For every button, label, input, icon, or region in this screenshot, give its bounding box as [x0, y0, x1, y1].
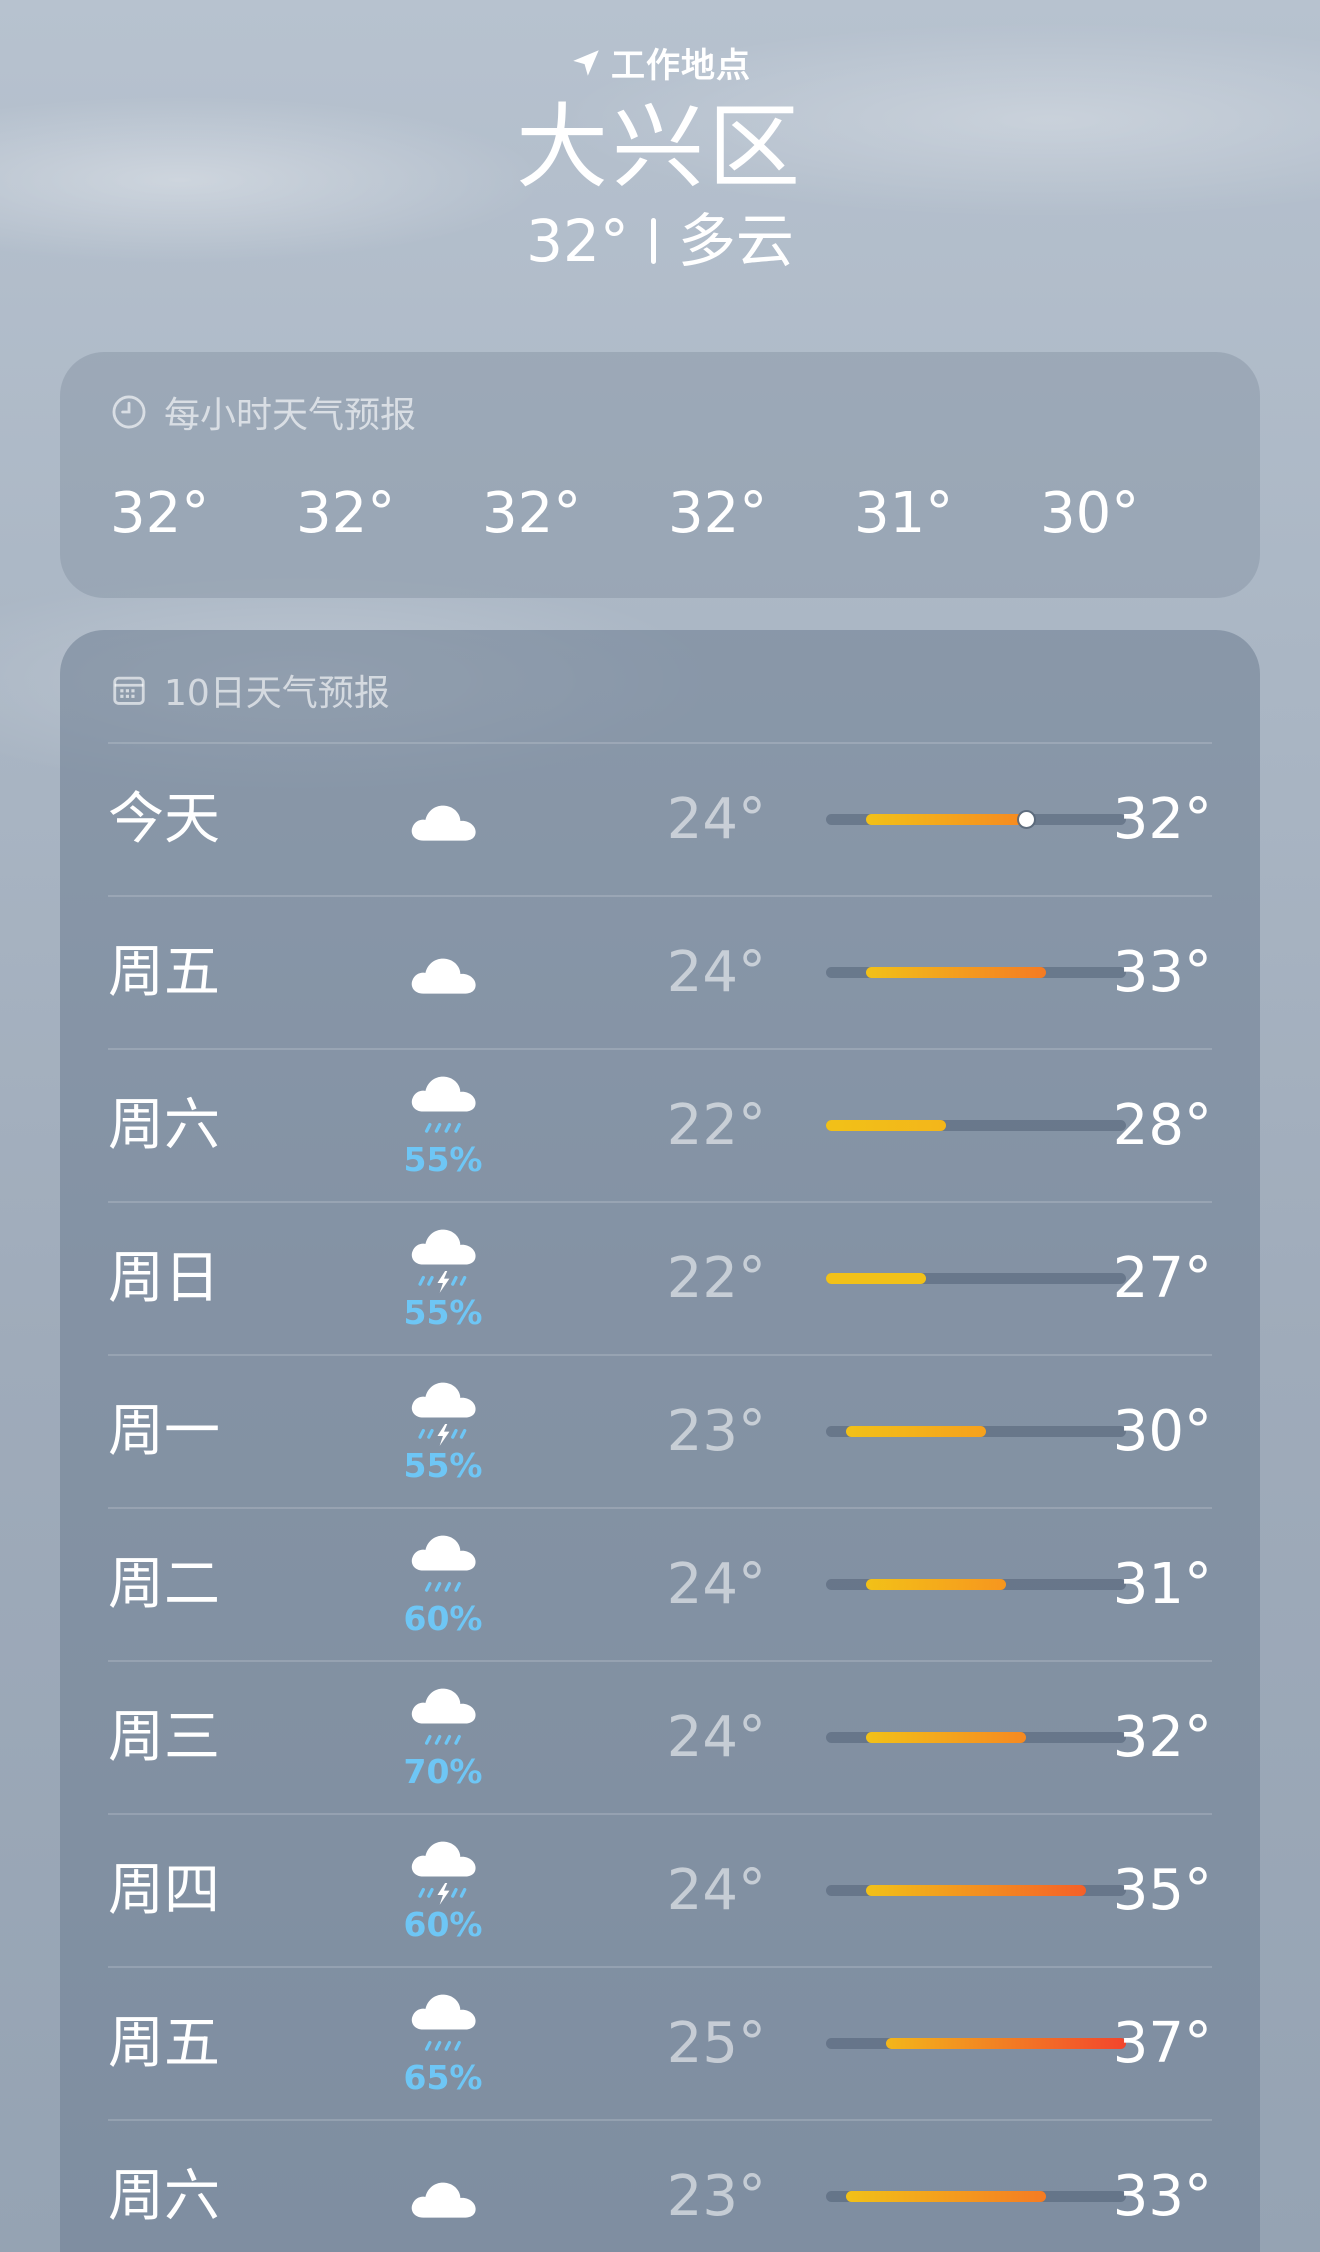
- low-temperature: 22°: [666, 1246, 766, 1311]
- summary-divider: [650, 218, 656, 264]
- forecast-row[interactable]: 今天 24° 32°: [108, 742, 1212, 895]
- day-label: 周日: [108, 1246, 220, 1311]
- hourly-temperature: 30°: [1040, 481, 1140, 546]
- day-label: 周六: [108, 1093, 220, 1158]
- ten-day-forecast-card[interactable]: 10日天气预报 今天 24° 32° 周五 24° 33° 周六 55% 22° 28° 周日 55%…: [60, 630, 1260, 2252]
- hourly-card-title: 每小时天气预报: [164, 395, 417, 436]
- high-temperature: 30°: [1112, 1399, 1212, 1464]
- daily-card-title: 10日天气预报: [164, 673, 390, 714]
- low-temperature: 24°: [666, 1552, 766, 1617]
- cloud-rain-icon: 55%: [398, 1050, 488, 1201]
- temperature-range-fill: [866, 967, 1046, 978]
- precipitation-chance: 65%: [403, 2058, 483, 2097]
- low-temperature: 24°: [666, 1858, 766, 1923]
- precipitation-chance: 60%: [403, 1599, 483, 1638]
- current-summary: 32° 多云: [0, 206, 1320, 276]
- forecast-row[interactable]: 周日 55% 22° 27°: [108, 1201, 1212, 1354]
- forecast-row[interactable]: 周三 70% 24° 32°: [108, 1660, 1212, 1813]
- day-label: 今天: [108, 787, 220, 852]
- temperature-range-fill: [866, 1885, 1086, 1896]
- temperature-range-fill: [846, 1426, 986, 1437]
- hourly-temperature: 32°: [296, 481, 396, 546]
- current-temperature-marker: [1019, 812, 1034, 827]
- location-line[interactable]: 工作地点: [0, 38, 1320, 87]
- temperature-range-fill: [826, 1120, 946, 1131]
- cloud-bolt-rain-icon: 55%: [398, 1356, 488, 1507]
- location-label: 工作地点: [611, 46, 751, 86]
- low-temperature: 24°: [666, 787, 766, 852]
- cloud-icon: [398, 2121, 488, 2252]
- forecast-row[interactable]: 周一 55% 23° 30°: [108, 1354, 1212, 1507]
- forecast-row[interactable]: 周四 60% 24° 35°: [108, 1813, 1212, 1966]
- low-temperature: 24°: [666, 940, 766, 1005]
- day-label: 周三: [108, 1705, 220, 1770]
- cloud-bolt-rain-icon: 60%: [398, 1815, 488, 1966]
- high-temperature: 35°: [1112, 1858, 1212, 1923]
- day-label: 周二: [108, 1552, 220, 1617]
- high-temperature: 37°: [1112, 2011, 1212, 2076]
- precipitation-chance: 60%: [403, 1905, 483, 1944]
- high-temperature: 33°: [1112, 940, 1212, 1005]
- temperature-range-fill: [866, 1732, 1026, 1743]
- temperature-range-fill: [866, 1579, 1006, 1590]
- precipitation-chance: 55%: [403, 1140, 483, 1179]
- high-temperature: 32°: [1112, 787, 1212, 852]
- precipitation-chance: 70%: [403, 1752, 483, 1791]
- temperature-range-fill: [866, 814, 1026, 825]
- forecast-row[interactable]: 周六 23° 33°: [108, 2119, 1212, 2252]
- cloud-bolt-rain-icon: 55%: [398, 1203, 488, 1354]
- clock-icon: [110, 393, 148, 431]
- low-temperature: 23°: [666, 2164, 766, 2229]
- low-temperature: 22°: [666, 1093, 766, 1158]
- day-label: 周六: [108, 2164, 220, 2229]
- high-temperature: 32°: [1112, 1705, 1212, 1770]
- forecast-row[interactable]: 周六 55% 22° 28°: [108, 1048, 1212, 1201]
- hourly-temperature: 32°: [668, 481, 768, 546]
- hourly-temperature-strip[interactable]: 32°32°32°32°31°30°日: [110, 474, 1260, 554]
- cloud-rain-icon: 65%: [398, 1968, 488, 2119]
- day-label: 周四: [108, 1858, 220, 1923]
- low-temperature: 24°: [666, 1705, 766, 1770]
- forecast-row[interactable]: 周二 60% 24° 31°: [108, 1507, 1212, 1660]
- cloud-rain-icon: 70%: [398, 1662, 488, 1813]
- high-temperature: 28°: [1112, 1093, 1212, 1158]
- cloud-rain-icon: 60%: [398, 1509, 488, 1660]
- day-label: 周五: [108, 940, 220, 1005]
- low-temperature: 23°: [666, 1399, 766, 1464]
- current-condition: 多云: [677, 207, 794, 275]
- day-label: 周五: [108, 2011, 220, 2076]
- hourly-forecast-card[interactable]: 每小时天气预报 32°32°32°32°31°30°日: [60, 352, 1260, 598]
- forecast-row[interactable]: 周五 24° 33°: [108, 895, 1212, 1048]
- precipitation-chance: 55%: [403, 1446, 483, 1485]
- daily-card-header: 10日天气预报: [110, 664, 390, 716]
- current-temperature: 32°: [526, 207, 629, 275]
- hourly-temperature: 32°: [110, 481, 210, 546]
- low-temperature: 25°: [666, 2011, 766, 2076]
- temperature-range-fill: [846, 2191, 1046, 2202]
- day-label: 周一: [108, 1399, 220, 1464]
- cloud-icon: [398, 744, 488, 895]
- forecast-row[interactable]: 周五 65% 25° 37°: [108, 1966, 1212, 2119]
- hourly-temperature: 31°: [854, 481, 954, 546]
- precipitation-chance: 55%: [403, 1293, 483, 1332]
- daily-forecast-list: 今天 24° 32° 周五 24° 33° 周六 55% 22° 28° 周日 55% 22° 27° 周一…: [108, 742, 1212, 2252]
- high-temperature: 31°: [1112, 1552, 1212, 1617]
- city-name: 大兴区: [515, 94, 804, 201]
- location-arrow-icon: [569, 46, 603, 80]
- high-temperature: 33°: [1112, 2164, 1212, 2229]
- weather-header: 工作地点 大兴区 32° 多云: [0, 0, 1320, 320]
- hourly-card-header: 每小时天气预报: [110, 386, 416, 438]
- hourly-temperature: 32°: [482, 481, 582, 546]
- high-temperature: 27°: [1112, 1246, 1212, 1311]
- cloud-icon: [398, 897, 488, 1048]
- calendar-icon: [110, 671, 148, 709]
- temperature-range-fill: [826, 1273, 926, 1284]
